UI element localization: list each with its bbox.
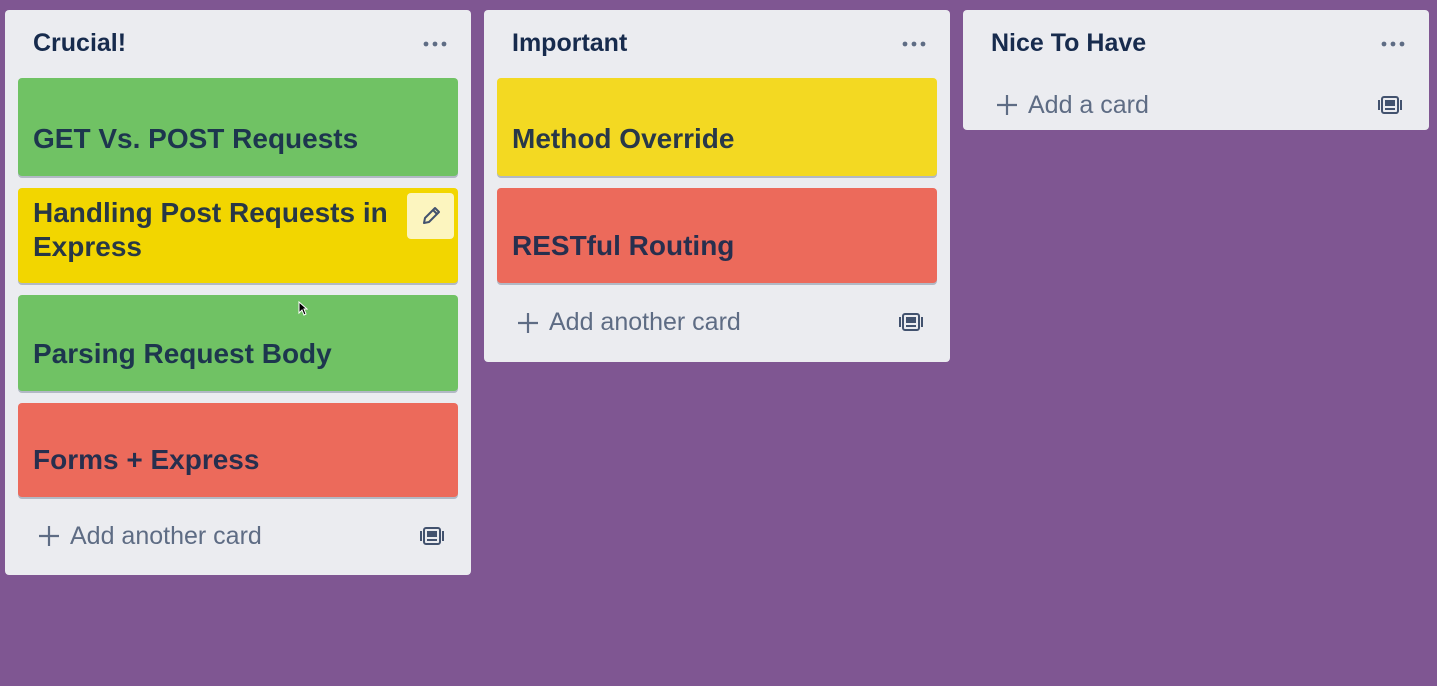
mouse-cursor-icon [298, 301, 308, 316]
list-title[interactable]: Nice To Have [976, 29, 1146, 58]
list-crucial: Crucial! GET Vs. POST Requests Handling … [5, 10, 471, 575]
list-menu-button[interactable] [899, 32, 929, 56]
pencil-icon [422, 207, 440, 224]
card-template-icon [1378, 96, 1402, 114]
ellipsis-icon [423, 41, 447, 47]
create-from-template-button[interactable] [897, 308, 925, 336]
ellipsis-icon [902, 41, 926, 47]
add-card-button[interactable]: Add another card [18, 514, 262, 558]
create-from-template-button[interactable] [1376, 91, 1404, 119]
list-menu-button[interactable] [420, 32, 450, 56]
card-title: Forms + Express [33, 444, 260, 475]
list-header: Crucial! [18, 10, 458, 78]
plus-icon [39, 526, 59, 546]
card-composer: Add another card [18, 497, 458, 575]
card-composer: Add a card [976, 66, 1416, 130]
plus-icon [997, 95, 1017, 115]
list-title[interactable]: Important [497, 29, 627, 58]
add-card-button[interactable]: Add another card [497, 301, 741, 345]
ellipsis-icon [1381, 41, 1405, 47]
list-nice-to-have: Nice To Have Add a card [963, 10, 1429, 130]
list-header: Important [497, 10, 937, 78]
add-card-button[interactable]: Add a card [976, 83, 1149, 127]
card[interactable]: Forms + Express [18, 403, 458, 497]
list-title[interactable]: Crucial! [18, 29, 126, 58]
list-menu-button[interactable] [1378, 32, 1408, 56]
add-card-label: Add another card [70, 521, 262, 550]
add-card-label: Add a card [1028, 90, 1149, 119]
card-template-icon [420, 527, 444, 545]
card[interactable]: Method Override [497, 78, 937, 176]
card-template-icon [899, 313, 923, 331]
edit-card-button[interactable] [407, 193, 454, 239]
card-title: RESTful Routing [512, 230, 735, 261]
card-title: GET Vs. POST Requests [33, 123, 359, 154]
card-title: Parsing Request Body [33, 338, 332, 369]
list-important: Important Method Override RESTful Routin… [484, 10, 950, 362]
card-title: Method Override [512, 123, 735, 154]
card[interactable]: Handling Post Requests in Express [18, 188, 458, 283]
board: Crucial! GET Vs. POST Requests Handling … [0, 0, 1437, 686]
create-from-template-button[interactable] [418, 522, 446, 550]
add-card-label: Add another card [549, 308, 741, 336]
card[interactable]: GET Vs. POST Requests [18, 78, 458, 176]
card-composer: Add another card [497, 283, 937, 362]
card[interactable]: Parsing Request Body [18, 295, 458, 391]
card[interactable]: RESTful Routing [497, 188, 937, 283]
plus-icon [518, 312, 538, 333]
card-title: Handling Post Requests in Express [33, 197, 388, 262]
